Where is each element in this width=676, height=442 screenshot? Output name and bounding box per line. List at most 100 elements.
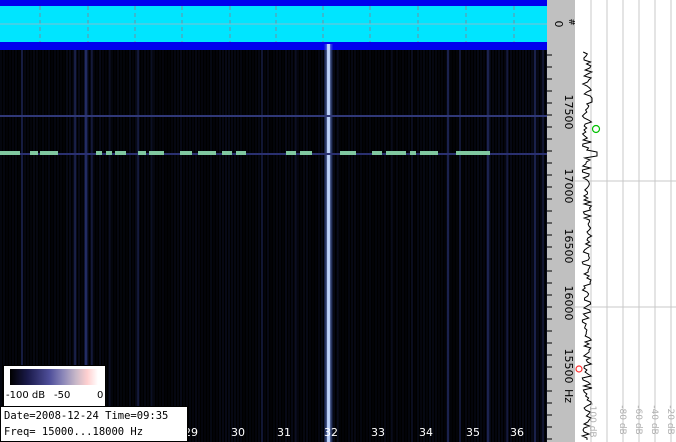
trace-segment [222, 151, 232, 155]
red-marker-icon[interactable] [575, 365, 583, 373]
noise-column [267, 50, 269, 442]
noise-column [189, 50, 191, 442]
spectrum-axis-labels: -100 dB -80 dB -60 dB -40 dB -20 dB [587, 402, 675, 437]
noise-column [348, 50, 350, 442]
noise-column [450, 50, 452, 442]
green-marker-icon[interactable] [591, 124, 601, 134]
noise-column [159, 50, 161, 442]
bright-signal-core [327, 44, 330, 442]
noise-column [357, 50, 359, 442]
noise-column [510, 50, 512, 442]
noise-column [417, 50, 419, 442]
date-time-line: Date=2008-12-24 Time=09:35 [4, 410, 169, 422]
noise-column [399, 50, 401, 442]
noise-column [228, 50, 230, 442]
spectrum-lab-window: 29 30 31 32 33 34 35 36 -100 dB -50 0 Date=2008… [0, 0, 676, 442]
top-zero-label: 0 [552, 21, 565, 28]
noise-column [381, 50, 383, 442]
noise-column [210, 50, 212, 442]
spectrum-trace [580, 51, 598, 440]
noise-column [240, 50, 242, 442]
noise-column [378, 50, 380, 442]
noise-column [297, 50, 299, 442]
signal-stripe [411, 50, 413, 442]
noise-column [309, 50, 311, 442]
signal-stripe [109, 50, 111, 442]
time-label: 36 [510, 426, 524, 439]
frequency-ticks [547, 54, 552, 440]
top-symbol-label: # [566, 18, 575, 26]
noise-column [387, 50, 389, 442]
header-bottom-border [0, 42, 547, 50]
noise-column [315, 50, 317, 442]
noise-column [363, 50, 365, 442]
signal-stripe [533, 50, 537, 442]
noise-column [291, 50, 293, 442]
trace-segment [236, 151, 246, 155]
noise-column [453, 50, 455, 442]
signal-stripe [136, 50, 140, 442]
noise-column [231, 50, 233, 442]
noise-column [438, 50, 440, 442]
noise-column [303, 50, 305, 442]
waterfall-display[interactable]: 29 30 31 32 33 34 35 36 -100 dB -50 0 Date=2008… [0, 0, 547, 442]
noise-column [153, 50, 155, 442]
spectrum-panel[interactable]: -100 dB -80 dB -60 dB -40 dB -20 dB [575, 0, 676, 442]
trace-segment [0, 151, 20, 155]
signal-stripe [541, 50, 545, 442]
noise-column [201, 50, 203, 442]
noise-column [477, 50, 479, 442]
noise-column [426, 50, 428, 442]
noise-column [162, 50, 164, 442]
noise-column [339, 50, 341, 442]
noise-column [429, 50, 431, 442]
trace-segment [300, 151, 312, 155]
noise-column [126, 50, 128, 442]
noise-column [531, 50, 533, 442]
noise-column [117, 50, 119, 442]
noise-column [474, 50, 476, 442]
noise-column [123, 50, 125, 442]
time-label: 34 [419, 426, 433, 439]
color-bar-label-high: 0 [97, 390, 104, 401]
noise-column [522, 50, 524, 442]
signal-stripe [446, 50, 450, 442]
noise-column [300, 50, 302, 442]
frequency-scale: 17500 17000 16500 16000 15500 Hz 0 # [547, 0, 575, 442]
trace-segment [30, 151, 38, 155]
noise-column [288, 50, 290, 442]
color-bar-label-mid: -50 [54, 390, 71, 401]
noise-column [144, 50, 146, 442]
frequency-range-line: Freq= 15000...18000 Hz [4, 426, 144, 438]
noise-column [384, 50, 386, 442]
noise-column [318, 50, 320, 442]
noise-column [141, 50, 143, 442]
trace-segment [340, 151, 356, 155]
trace-segment [286, 151, 296, 155]
spectrum-canvas[interactable]: -100 dB -80 dB -60 dB -40 dB -20 dB [575, 0, 676, 442]
signal-stripe [391, 50, 393, 442]
freq-unit-label: Hz [562, 389, 575, 403]
noise-column [282, 50, 284, 442]
noise-column [444, 50, 446, 442]
noise-column [420, 50, 422, 442]
noise-column [501, 50, 503, 442]
noise-column [186, 50, 188, 442]
noise-column [219, 50, 221, 442]
noise-column [258, 50, 260, 442]
noise-column [354, 50, 356, 442]
time-label: 33 [371, 426, 385, 439]
noise-column [432, 50, 434, 442]
noise-column [441, 50, 443, 442]
noise-column [498, 50, 500, 442]
frequency-labels: 17500 17000 16500 16000 15500 Hz 0 # [552, 18, 575, 403]
noise-column [129, 50, 131, 442]
trace-segment [456, 151, 490, 155]
noise-column [462, 50, 464, 442]
signal-stripe [458, 50, 462, 442]
trace-segment [180, 151, 192, 155]
freq-label: 17000 [562, 169, 575, 204]
trace-segment [138, 151, 146, 155]
noise-column [225, 50, 227, 442]
noise-column [528, 50, 530, 442]
